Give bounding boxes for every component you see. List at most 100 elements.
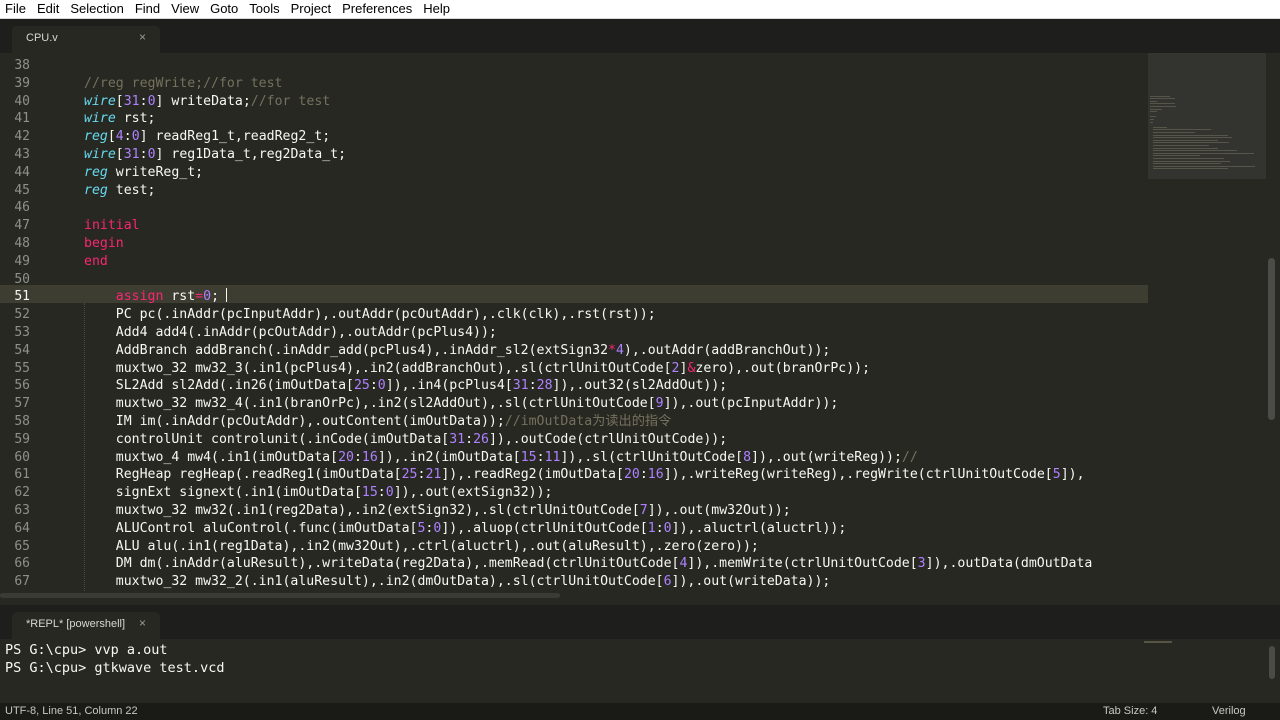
code-token: SL2Add sl2Add(.in26(imOutData[: [84, 378, 354, 394]
code-token: //imOutData为读出的指令: [504, 413, 672, 429]
code-token: :: [139, 93, 148, 109]
minimap[interactable]: [1148, 53, 1266, 591]
menu-project[interactable]: Project: [286, 0, 337, 18]
code-line[interactable]: DM dm(.inAddr(aluResult),.writeData(reg2…: [84, 555, 1148, 573]
code-token: ] readReg1_t,readReg2_t;: [139, 129, 331, 145]
close-icon[interactable]: ×: [139, 616, 146, 630]
minimap-line: [1150, 95, 1170, 97]
code-line[interactable]: muxtwo_32 mw32(.in1(reg2Data),.in2(extSi…: [84, 502, 1148, 520]
line-number: 59: [14, 431, 30, 447]
menu-file[interactable]: File: [0, 0, 32, 18]
code-line[interactable]: muxtwo_32 mw32_4(.in1(branOrPc),.in2(sl2…: [84, 395, 1148, 413]
code-token: 20: [338, 449, 354, 465]
code-token: controlUnit controlunit(.inCode(imOutDat…: [84, 431, 450, 447]
line-number: 57: [14, 396, 30, 412]
code-line[interactable]: [84, 57, 1148, 75]
code-line[interactable]: end: [84, 253, 1148, 271]
code-line[interactable]: reg[4:0] readReg1_t,readReg2_t;: [84, 128, 1148, 146]
code-token: 20: [623, 467, 640, 483]
code-token: 0: [203, 289, 212, 305]
code-line[interactable]: muxtwo_32 mw32_2(.in1(aluResult),.in2(dm…: [84, 573, 1148, 591]
code-line[interactable]: [84, 271, 1148, 289]
code-token: 1: [647, 520, 656, 536]
code-line[interactable]: IM im(.inAddr(pcOutAddr),.outContent(imO…: [84, 413, 1148, 431]
code-line[interactable]: wire[31:0] writeData;//for test: [84, 93, 1148, 111]
menu-selection[interactable]: Selection: [65, 0, 129, 18]
console-scrollbar[interactable]: [1269, 646, 1275, 679]
code-token: :: [465, 431, 474, 447]
code-token: ]),.sl(ctrlUnitOutCode[: [560, 449, 744, 465]
code-token: 3: [917, 556, 926, 572]
code-token: :: [123, 129, 132, 145]
minimap-line: [1150, 119, 1154, 120]
menu-view[interactable]: View: [166, 0, 205, 18]
menu-find[interactable]: Find: [130, 0, 166, 18]
code-line[interactable]: //reg regWrite;//for test: [84, 75, 1148, 93]
code-line[interactable]: wire[31:0] reg1Data_t,reg2Data_t;: [84, 146, 1148, 164]
code-token: muxtwo_32 mw32(.in1(reg2Data),.in2(extSi…: [84, 502, 640, 518]
code-line[interactable]: ALUControl aluControl(.func(imOutData[5:…: [84, 520, 1148, 538]
code-line[interactable]: reg writeReg_t;: [84, 164, 1148, 182]
code-token: zero),.out(branOrPc));: [695, 360, 871, 376]
menu-help[interactable]: Help: [418, 0, 456, 18]
menu-preferences[interactable]: Preferences: [337, 0, 418, 18]
horizontal-scroll-thumb[interactable]: [0, 593, 560, 598]
code-line[interactable]: signExt signext(.in1(imOutData[15:0]),.o…: [84, 484, 1148, 502]
tab-cpu-v[interactable]: CPU.v ×: [12, 26, 160, 53]
line-number: 48: [14, 235, 30, 251]
menu-goto[interactable]: Goto: [205, 0, 244, 18]
minimap-line: [1150, 103, 1175, 105]
status-tab-size[interactable]: Tab Size: 4: [1103, 705, 1157, 717]
code-token: //: [901, 449, 918, 465]
console-minimap: [1144, 641, 1172, 643]
code-area[interactable]: //reg regWrite;//for test wire[31:0] writ…: [84, 57, 1148, 591]
line-number: 41: [14, 111, 30, 127]
code-line[interactable]: [84, 199, 1148, 217]
code-token: reg: [84, 182, 108, 198]
status-syntax[interactable]: Verilog: [1212, 705, 1246, 717]
code-line[interactable]: ALU alu(.in1(reg1Data),.in2(mw32Out),.ct…: [84, 538, 1148, 556]
line-number-gutter: 38 39 40 41 42 43 44 45 46 47 48 49 50 51 52 53 54 55 56 57…: [0, 57, 58, 591]
code-line[interactable]: initial: [84, 217, 1148, 235]
code-line[interactable]: SL2Add sl2Add(.in26(imOutData[25:0]),.in…: [84, 377, 1148, 395]
text-caret: [226, 288, 227, 302]
code-token: 11: [544, 449, 561, 465]
minimap-line: [1150, 108, 1162, 110]
line-number: 50: [14, 271, 30, 287]
code-token: 15: [520, 449, 537, 465]
code-line[interactable]: RegHeap regHeap(.readReg1(imOutData[25:2…: [84, 466, 1148, 484]
line-number: 49: [14, 253, 30, 269]
menu-edit[interactable]: Edit: [32, 0, 65, 18]
menu-tools[interactable]: Tools: [244, 0, 285, 18]
code-token: signExt signext(.in1(imOutData[: [84, 485, 362, 501]
code-line[interactable]: Add4 add4(.inAddr(pcOutAddr),.outAddr(pc…: [84, 324, 1148, 342]
code-token: :: [139, 146, 148, 162]
minimap-line: [1153, 163, 1222, 165]
code-token: :: [528, 378, 537, 394]
minimap-line: [1153, 160, 1230, 162]
code-line[interactable]: controlUnit controlunit(.inCode(imOutDat…: [84, 431, 1148, 449]
code-token: 0: [385, 485, 394, 501]
code-line[interactable]: muxtwo_4 mw4(.in1(imOutData[20:16]),.in2…: [84, 449, 1148, 467]
code-line[interactable]: reg test;: [84, 182, 1148, 200]
minimap-line: [1153, 152, 1254, 154]
code-token: assign: [115, 289, 164, 305]
code-token: 16: [361, 449, 378, 465]
code-token: :: [655, 520, 664, 536]
code-line[interactable]: AddBranch addBranch(.inAddr_add(pcPlus4)…: [84, 342, 1148, 360]
line-number: 46: [14, 200, 30, 216]
line-number: 58: [14, 413, 30, 429]
code-line[interactable]: wire rst;: [84, 110, 1148, 128]
repl-console[interactable]: PS G:\cpu> vvp a.out PS G:\cpu> gtkwave …: [0, 639, 1280, 703]
code-line[interactable]: begin: [84, 235, 1148, 253]
minimap-line: [1153, 168, 1229, 170]
line-number: 47: [14, 218, 30, 234]
editor-horizontal-scrollbar[interactable]: [0, 591, 1148, 601]
editor-scrollbar[interactable]: [1268, 258, 1275, 420]
code-line[interactable]: muxtwo_32 mw32_3(.in1(pcPlus4),.in2(addB…: [84, 360, 1148, 378]
code-line[interactable]: PC pc(.inAddr(pcInputAddr),.outAddr(pcOu…: [84, 306, 1148, 324]
code-editor[interactable]: 38 39 40 41 42 43 44 45 46 47 48 49 50 51 52 53 54 55 56 57…: [0, 53, 1148, 591]
close-icon[interactable]: ×: [139, 30, 146, 44]
code-line[interactable]: assign rst=0;: [84, 288, 1148, 306]
tab-repl-powershell[interactable]: *REPL* [powershell] ×: [12, 612, 160, 639]
